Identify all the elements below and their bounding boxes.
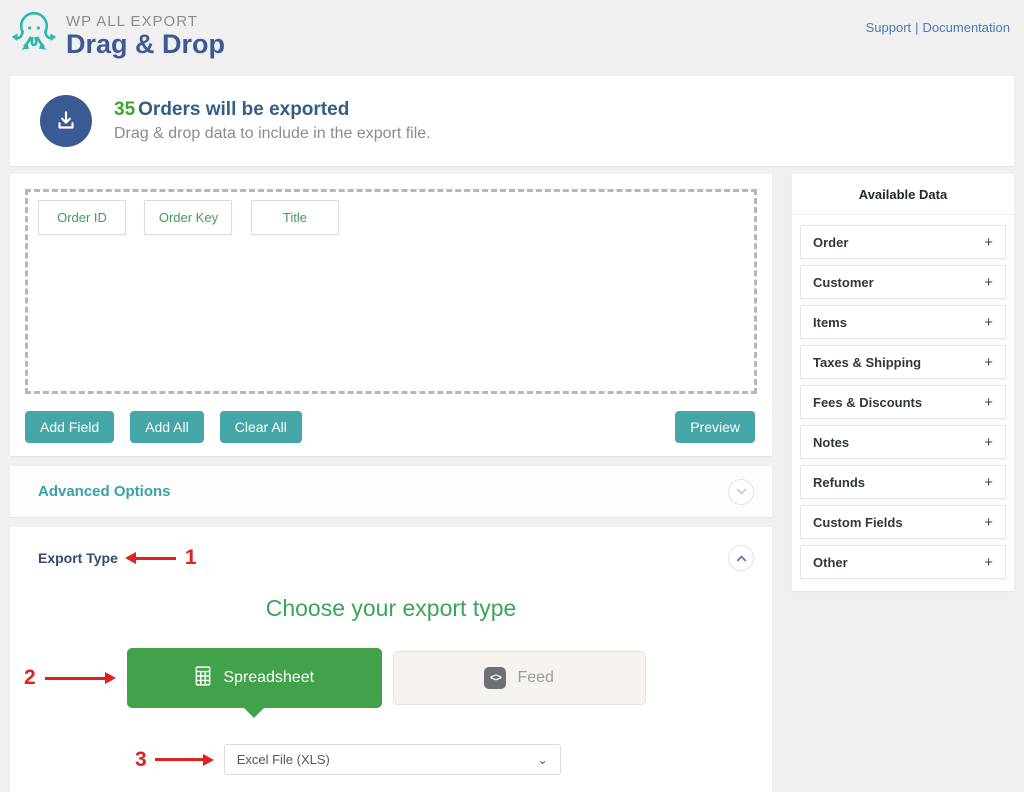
field-chip-order-id[interactable]: Order ID	[38, 200, 126, 235]
octopus-logo-icon	[8, 8, 60, 65]
banner-text: 35Orders will be exported Drag & drop da…	[114, 99, 431, 143]
sidebar-item-refunds[interactable]: Refunds +	[800, 465, 1006, 499]
header-links: Support| Documentation	[866, 8, 1010, 35]
annotation-arrow-1: 1	[125, 546, 197, 570]
plus-icon: +	[984, 394, 993, 411]
sidebar-item-custom-fields[interactable]: Custom Fields +	[800, 505, 1006, 539]
plus-icon: +	[984, 354, 993, 371]
banner-subtitle: Drag & drop data to include in the expor…	[114, 125, 431, 143]
content: Order ID Order Key Title Add Field Add A…	[10, 174, 1014, 792]
links-separator: |	[915, 20, 918, 35]
annotation-number: 1	[185, 546, 197, 570]
spreadsheet-button[interactable]: Spreadsheet	[127, 648, 382, 708]
export-summary-banner: 35Orders will be exported Drag & drop da…	[10, 76, 1014, 166]
sidebar-item-order[interactable]: Order +	[800, 225, 1006, 259]
export-format-row: 3 Excel File (XLS) ⌄	[10, 744, 772, 775]
drag-drop-zone[interactable]: Order ID Order Key Title	[25, 189, 757, 394]
banner-title: 35Orders will be exported	[114, 99, 431, 121]
banner-title-text: Orders will be exported	[138, 99, 349, 120]
support-link[interactable]: Support	[866, 20, 912, 35]
export-type-options: 2 Spreadsheet <> Feed	[10, 648, 772, 708]
sidebar-item-other[interactable]: Other +	[800, 545, 1006, 579]
arrow-right-icon	[203, 754, 214, 766]
brand: WP ALL EXPORT Drag & Drop	[8, 8, 225, 65]
sidebar-item-label: Other	[813, 555, 848, 570]
chevron-down-icon: ⌄	[538, 753, 548, 767]
advanced-options-title: Advanced Options	[38, 483, 171, 500]
sidebar-item-label: Items	[813, 315, 847, 330]
sidebar-item-label: Notes	[813, 435, 849, 450]
sidebar-item-label: Customer	[813, 275, 874, 290]
sidebar-title: Available Data	[792, 174, 1014, 215]
sidebar-items: Order + Customer + Items + Taxes & Shipp…	[792, 215, 1014, 579]
plus-icon: +	[984, 234, 993, 251]
plus-icon: +	[984, 274, 993, 291]
page: WP ALL EXPORT Drag & Drop Support| Docume…	[0, 0, 1024, 792]
export-type-panel: Export Type 1 Choose your export type 2	[10, 527, 772, 792]
field-chip-title[interactable]: Title	[251, 200, 339, 235]
builder-actions: Add Field Add All Clear All Preview	[25, 411, 757, 443]
annotation-arrow-2: 2	[24, 666, 116, 690]
plus-icon: +	[984, 474, 993, 491]
export-type-title: Export Type	[38, 550, 118, 566]
spreadsheet-icon	[194, 666, 212, 691]
arrow-left-icon	[125, 552, 136, 564]
plus-icon: +	[984, 434, 993, 451]
plus-icon: +	[984, 314, 993, 331]
export-format-select[interactable]: Excel File (XLS) ⌄	[224, 744, 561, 775]
header: WP ALL EXPORT Drag & Drop Support| Docume…	[0, 0, 1024, 72]
chevron-up-icon[interactable]	[728, 545, 754, 571]
add-all-button[interactable]: Add All	[130, 411, 204, 443]
sidebar-item-taxes-shipping[interactable]: Taxes & Shipping +	[800, 345, 1006, 379]
main-column: Order ID Order Key Title Add Field Add A…	[10, 174, 772, 792]
sidebar-item-items[interactable]: Items +	[800, 305, 1006, 339]
clear-all-button[interactable]: Clear All	[220, 411, 302, 443]
feed-button[interactable]: <> Feed	[393, 651, 646, 705]
choose-export-type-heading: Choose your export type	[10, 595, 772, 622]
spreadsheet-label: Spreadsheet	[223, 669, 314, 687]
add-field-button[interactable]: Add Field	[25, 411, 114, 443]
brand-small-title: WP ALL EXPORT	[66, 13, 225, 30]
arrow-right-icon	[105, 672, 116, 684]
annotation-number: 3	[135, 748, 147, 772]
sidebar-item-customer[interactable]: Customer +	[800, 265, 1006, 299]
plus-icon: +	[984, 514, 993, 531]
page-title: Drag & Drop	[66, 30, 225, 60]
sidebar-item-label: Refunds	[813, 475, 865, 490]
export-format-value: Excel File (XLS)	[237, 752, 330, 767]
sidebar-item-label: Custom Fields	[813, 515, 903, 530]
annotation-arrow-3: 3	[135, 748, 214, 772]
documentation-link[interactable]: Documentation	[923, 20, 1010, 35]
field-builder-panel: Order ID Order Key Title Add Field Add A…	[10, 174, 772, 456]
sidebar-item-label: Order	[813, 235, 848, 250]
available-data-sidebar: Available Data Order + Customer + Items …	[792, 174, 1014, 591]
export-count: 35	[114, 99, 135, 120]
download-icon	[40, 95, 92, 147]
advanced-options-panel[interactable]: Advanced Options	[10, 466, 772, 517]
annotation-number: 2	[24, 666, 36, 690]
plus-icon: +	[984, 554, 993, 571]
field-chip-order-key[interactable]: Order Key	[144, 200, 232, 235]
chevron-down-icon[interactable]	[728, 479, 754, 505]
sidebar-item-fees-discounts[interactable]: Fees & Discounts +	[800, 385, 1006, 419]
sidebar-item-label: Taxes & Shipping	[813, 355, 921, 370]
feed-code-icon: <>	[484, 667, 506, 689]
sidebar-item-label: Fees & Discounts	[813, 395, 922, 410]
sidebar-item-notes[interactable]: Notes +	[800, 425, 1006, 459]
brand-text: WP ALL EXPORT Drag & Drop	[66, 13, 225, 60]
preview-button[interactable]: Preview	[675, 411, 755, 443]
export-type-header: Export Type 1	[10, 527, 772, 571]
feed-label: Feed	[517, 669, 553, 687]
